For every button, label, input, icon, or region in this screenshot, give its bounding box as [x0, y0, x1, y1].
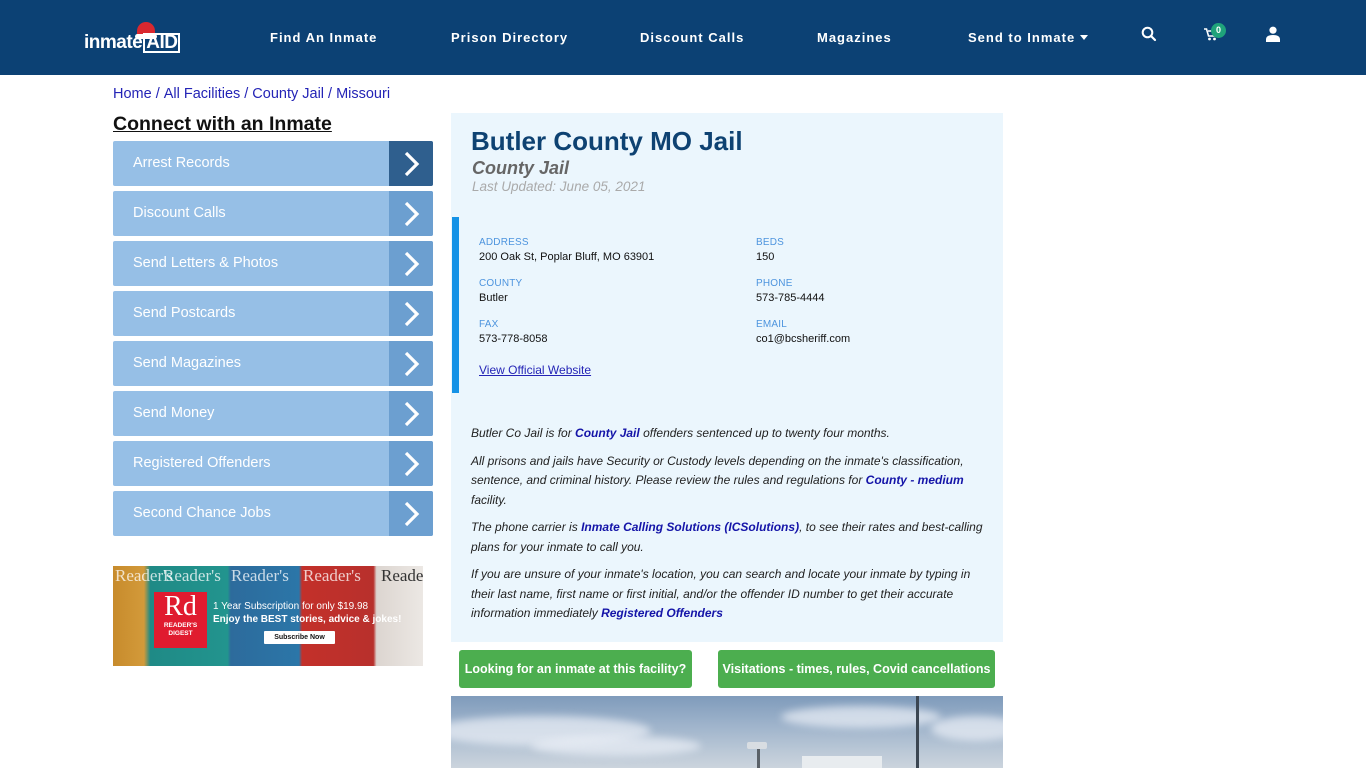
- building-roof: [802, 756, 882, 768]
- description-paragraph: All prisons and jails have Security or C…: [471, 452, 991, 511]
- facility-photo: [451, 696, 1003, 768]
- email-value: co1@bcsheriff.com: [756, 333, 851, 345]
- registered-offenders-link[interactable]: Registered Offenders: [601, 606, 723, 620]
- phone-value: 573-785-4444: [756, 292, 825, 304]
- search-icon[interactable]: [1141, 26, 1159, 46]
- facility-name: Butler County MO Jail: [471, 126, 743, 156]
- sidebar-item-arrest-records[interactable]: Arrest Records: [113, 141, 433, 186]
- ad-subscribe-button[interactable]: Subscribe Now: [264, 631, 335, 644]
- email-label: EMAIL: [756, 319, 788, 330]
- sidebar-item-label: Discount Calls: [133, 205, 226, 221]
- ad-tagline: Enjoy the BEST stories, advice & jokes!: [213, 614, 402, 625]
- description-paragraph: Butler Co Jail is for County Jail offend…: [471, 424, 991, 444]
- nav-send-to-inmate-label: Send to Inmate: [968, 30, 1076, 45]
- sidebar-item-label: Second Chance Jobs: [133, 505, 271, 521]
- last-updated: Last Updated: June 05, 2021: [472, 179, 646, 194]
- sidebar-item-send-postcards[interactable]: Send Postcards: [113, 291, 433, 336]
- light-pole: [757, 748, 760, 768]
- phone-label: PHONE: [756, 278, 793, 289]
- address-value: 200 Oak St, Poplar Bluff, MO 63901: [479, 251, 655, 263]
- sidebar-menu: Arrest Records Discount Calls Send Lette…: [113, 141, 433, 541]
- info-accent-bar: [452, 217, 459, 393]
- find-inmate-button[interactable]: Looking for an inmate at this facility?: [459, 650, 692, 688]
- nav-find-an-inmate[interactable]: Find An Inmate: [270, 30, 377, 45]
- county-jail-link[interactable]: County Jail: [575, 426, 640, 440]
- visitations-button[interactable]: Visitations - times, rules, Covid cancel…: [718, 650, 995, 688]
- icsolutions-link[interactable]: Inmate Calling Solutions (ICSolutions): [581, 520, 799, 534]
- sidebar-title: Connect with an Inmate: [113, 113, 332, 135]
- sidebar-item-label: Registered Offenders: [133, 455, 271, 471]
- text: The phone carrier is: [471, 520, 582, 534]
- user-icon[interactable]: [1266, 26, 1284, 46]
- chevron-right-icon: [389, 191, 433, 236]
- ad-cover-title: Reader's: [303, 566, 361, 585]
- breadcrumb-separator: /: [328, 86, 333, 102]
- breadcrumb-missouri[interactable]: Missouri: [336, 86, 390, 102]
- ad-brand-big: Rd: [164, 591, 197, 622]
- chevron-right-icon: [389, 391, 433, 436]
- cloud: [531, 736, 701, 756]
- breadcrumb-county-jail[interactable]: County Jail: [252, 86, 324, 102]
- top-navigation-bar: inmate AID Find An Inmate Prison Director…: [0, 0, 1366, 75]
- ad-cover-title: Reader's: [163, 566, 221, 585]
- sidebar-item-label: Send Letters & Photos: [133, 255, 279, 271]
- county-label: COUNTY: [479, 278, 523, 289]
- fax-label: FAX: [479, 319, 499, 330]
- logo-text: inmate: [84, 32, 143, 53]
- chevron-right-icon: [389, 341, 433, 386]
- cart-count-badge: 0: [1211, 23, 1226, 38]
- ad-brand-line2: DIGEST: [168, 630, 193, 637]
- text: Butler Co Jail is for: [471, 426, 576, 440]
- fax-value: 573-778-8058: [479, 333, 548, 345]
- nav-discount-calls[interactable]: Discount Calls: [640, 30, 744, 45]
- breadcrumb-home[interactable]: Home: [113, 86, 152, 102]
- sidebar-item-send-magazines[interactable]: Send Magazines: [113, 341, 433, 386]
- beds-value: 150: [756, 251, 775, 263]
- address-label: ADDRESS: [479, 237, 529, 248]
- breadcrumb-all-facilities[interactable]: All Facilities: [164, 86, 241, 102]
- sidebar-item-label: Send Postcards: [133, 305, 236, 321]
- description-paragraph: If you are unsure of your inmate's locat…: [471, 565, 991, 624]
- sidebar-item-label: Send Magazines: [133, 355, 242, 371]
- sidebar-item-label: Send Money: [133, 405, 215, 421]
- county-medium-link[interactable]: County - medium: [866, 473, 964, 487]
- nav-prison-directory[interactable]: Prison Directory: [451, 30, 568, 45]
- inmateaid-logo[interactable]: inmate AID: [84, 22, 184, 56]
- nav-magazines[interactable]: Magazines: [817, 30, 892, 45]
- sidebar-item-second-chance-jobs[interactable]: Second Chance Jobs: [113, 491, 433, 536]
- county-value: Butler: [479, 292, 508, 304]
- chevron-right-icon: [389, 141, 433, 186]
- logo-accent: AID: [143, 33, 181, 53]
- chevron-right-icon: [389, 241, 433, 286]
- chevron-right-icon: [389, 291, 433, 336]
- sidebar-item-registered-offenders[interactable]: Registered Offenders: [113, 441, 433, 486]
- readers-digest-ad[interactable]: Reader's Reader's Reader's Reader's Read…: [113, 566, 423, 666]
- sidebar-item-send-letters-photos[interactable]: Send Letters & Photos: [113, 241, 433, 286]
- ad-cover-title: Reader's: [231, 566, 289, 585]
- chevron-right-icon: [389, 491, 433, 536]
- facility-type: County Jail: [472, 158, 570, 178]
- breadcrumb-separator: /: [244, 86, 249, 102]
- cloud: [931, 716, 1003, 741]
- breadcrumb: Home / All Facilities / County Jail / Missouri: [113, 86, 390, 102]
- breadcrumb-separator: /: [155, 86, 160, 102]
- nav-send-to-inmate[interactable]: Send to Inmate: [968, 30, 1089, 45]
- sidebar-item-label: Arrest Records: [133, 155, 230, 171]
- ad-cover-title: Reader's: [381, 566, 423, 585]
- beds-label: BEDS: [756, 237, 785, 248]
- description-paragraph: The phone carrier is Inmate Calling Solu…: [471, 518, 991, 557]
- light-fixture: [747, 742, 767, 749]
- sidebar-item-send-money[interactable]: Send Money: [113, 391, 433, 436]
- text: facility.: [471, 492, 507, 507]
- caret-down-icon: [1080, 35, 1089, 40]
- ad-brand-line1: READER'S: [163, 622, 198, 629]
- text: offenders sentenced up to twenty four mo…: [639, 426, 890, 440]
- readers-digest-logo: Rd READER'S DIGEST: [154, 592, 207, 648]
- chevron-right-icon: [389, 441, 433, 486]
- facility-description: Butler Co Jail is for County Jail offend…: [471, 424, 991, 632]
- official-website-link[interactable]: View Official Website: [479, 363, 591, 377]
- sidebar-item-discount-calls[interactable]: Discount Calls: [113, 191, 433, 236]
- ad-headline: 1 Year Subscription for only $19.98: [213, 601, 369, 612]
- radio-tower: [916, 696, 919, 768]
